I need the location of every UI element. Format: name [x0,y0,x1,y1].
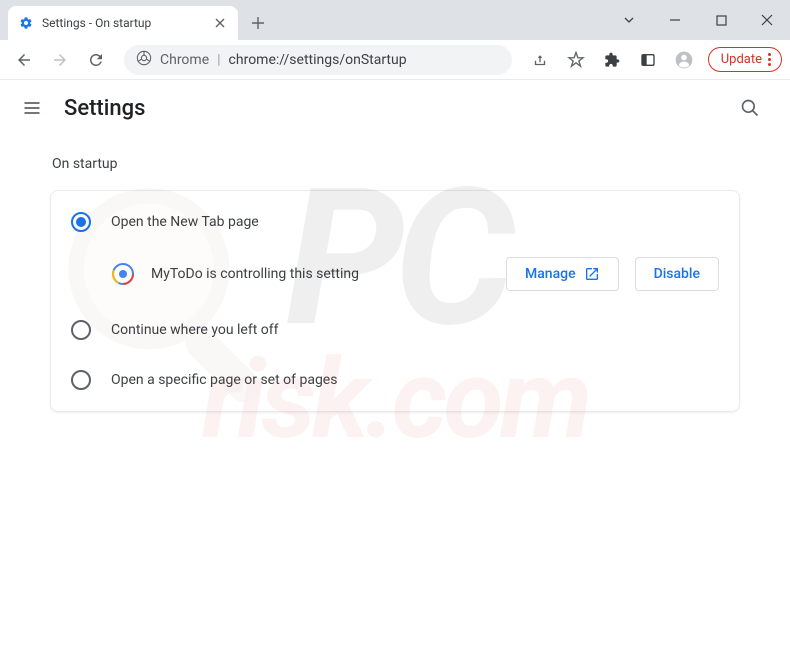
minimize-button[interactable] [652,4,698,36]
url-separator: | [217,52,220,68]
gear-icon [18,15,34,31]
hamburger-menu-icon[interactable] [20,96,44,120]
option-continue[interactable]: Continue where you left off [51,305,739,355]
extension-notice-row: MyToDo is controlling this setting Manag… [51,247,739,305]
bookmark-icon[interactable] [560,44,592,76]
tab-title: Settings - On startup [42,16,204,30]
extension-notice-text: MyToDo is controlling this setting [151,266,490,282]
window-controls [606,0,790,40]
manage-button[interactable]: Manage [506,257,619,291]
startup-card: Open the New Tab page MyToDo is controll… [50,190,740,412]
update-label: Update [721,52,762,67]
radio-selected[interactable] [71,212,91,232]
option-label: Open a specific page or set of pages [111,372,337,388]
chevron-down-icon[interactable] [606,4,652,36]
option-label: Open the New Tab page [111,214,259,230]
page-title: Settings [64,96,145,121]
profile-icon[interactable] [668,44,700,76]
close-window-button[interactable] [744,4,790,36]
search-icon[interactable] [730,88,770,128]
disable-label: Disable [654,266,700,282]
maximize-button[interactable] [698,4,744,36]
more-menu-icon [768,53,771,66]
update-button[interactable]: Update [708,47,782,72]
option-specific-pages[interactable]: Open a specific page or set of pages [51,355,739,405]
radio-unselected[interactable] [71,320,91,340]
disable-button[interactable]: Disable [635,257,719,291]
chrome-icon [136,50,152,70]
url-path: chrome://settings/onStartup [229,52,407,68]
settings-header: Settings [0,80,790,136]
manage-label: Manage [525,266,576,282]
option-label: Continue where you left off [111,322,279,338]
browser-toolbar: Chrome | chrome://settings/onStartup Upd… [0,40,790,80]
forward-button[interactable] [44,44,76,76]
sidepanel-icon[interactable] [632,44,664,76]
close-tab-icon[interactable] [212,15,228,31]
settings-content: On startup Open the New Tab page MyToDo … [0,136,790,432]
section-title: On startup [52,156,740,172]
reload-button[interactable] [80,44,112,76]
url-scheme: Chrome [160,52,209,68]
extension-app-icon [111,262,135,286]
window-titlebar: Settings - On startup [0,0,790,40]
share-icon[interactable] [524,44,556,76]
option-new-tab[interactable]: Open the New Tab page [51,197,739,247]
radio-unselected[interactable] [71,370,91,390]
browser-tab[interactable]: Settings - On startup [8,6,238,40]
back-button[interactable] [8,44,40,76]
external-link-icon [584,266,600,282]
new-tab-button[interactable] [244,9,272,37]
extensions-icon[interactable] [596,44,628,76]
address-bar[interactable]: Chrome | chrome://settings/onStartup [124,45,512,75]
